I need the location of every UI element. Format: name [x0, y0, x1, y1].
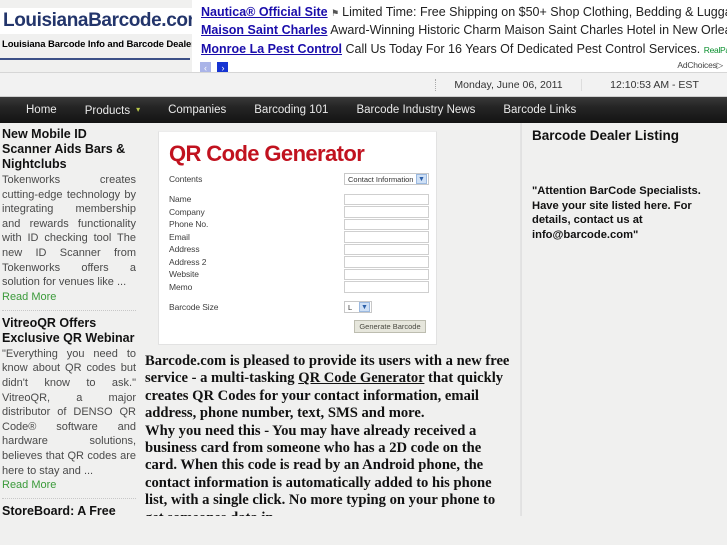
qr-field-label: Address 2 [169, 256, 207, 267]
adchoices-link[interactable]: AdChoices▷ [677, 60, 723, 71]
qr-size-value: L [348, 302, 353, 312]
site-header: LouisianaBarcode.com Louisiana Barcode I… [0, 0, 727, 74]
qr-size-select[interactable]: L ▼ [344, 301, 372, 313]
chevron-down-icon: ▼ [416, 174, 427, 184]
qr-field-row: Name [169, 193, 436, 206]
site-title: LouisianaBarcode.com [0, 8, 207, 34]
ad-description: Limited Time: Free Shipping on $50+ Shop… [342, 5, 727, 19]
qr-field-row: Company [169, 206, 436, 219]
main-article-copy: Barcode.com is pleased to provide its us… [145, 353, 511, 516]
qr-field-label: Company [169, 206, 205, 217]
ad-description: Award-Winning Historic Charm Maison Sain… [330, 23, 727, 37]
qr-size-label: Barcode Size [169, 302, 219, 312]
nav-item-barcode-industry-news[interactable]: Barcode Industry News [342, 97, 489, 123]
article-excerpt: Tokenworks creates cutting-edge technolo… [2, 174, 136, 289]
site-tagline: Louisiana Barcode Info and Barcode Deale… [2, 39, 200, 50]
main-content: QR Code Generator Contents Contact Infor… [141, 123, 513, 516]
qr-name-input[interactable] [344, 193, 429, 205]
main-navigation: Home Products ▾ Companies Barcoding 101 B… [0, 97, 727, 123]
right-sidebar: Barcode Dealer Listing "Attention BarCod… [521, 123, 727, 516]
nav-item-products[interactable]: Products ▾ [71, 97, 154, 124]
current-date: Monday, June 06, 2011 [435, 78, 581, 91]
main-paragraph-2: Why you need this - You may have already… [145, 422, 496, 516]
dealer-listing-note: "Attention BarCode Specialists. Have you… [532, 185, 701, 241]
qr-field-label: Memo [169, 281, 193, 292]
qr-company-input[interactable] [344, 206, 429, 218]
qr-field-row: Address 2 [169, 256, 436, 269]
ad-flag-icon: ⚑ [331, 8, 339, 18]
page-body: New Mobile ID Scanner Aids Bars & Nightc… [0, 123, 727, 516]
divider [2, 309, 136, 311]
news-article: StoreBoard: A Free Social Network for Bu… [2, 504, 136, 516]
nav-label: Companies [168, 104, 227, 116]
nav-label: Barcoding 101 [254, 104, 329, 116]
ad-link[interactable]: Nautica® Official Site [201, 5, 328, 19]
qr-generator-form: Contents Contact Information ▼ Name Comp… [159, 167, 436, 333]
qr-contents-value: Contact Information [348, 174, 414, 184]
qr-field-label: Address [169, 244, 200, 255]
article-title: New Mobile ID Scanner Aids Bars & Nightc… [2, 127, 126, 171]
qr-size-row: Barcode Size L ▼ [169, 299, 436, 315]
qr-field-row: Email [169, 231, 436, 244]
ad-url: RealPagesSites.c... [703, 45, 727, 55]
nav-label: Barcode Links [503, 104, 577, 116]
article-title: VitreoQR Offers Exclusive QR Webinar [2, 315, 135, 345]
qr-contents-select[interactable]: Contact Information ▼ [344, 173, 429, 185]
nav-item-barcoding-101[interactable]: Barcoding 101 [240, 97, 342, 123]
nav-item-companies[interactable]: Companies [154, 97, 240, 123]
qr-field-label: Phone No. [169, 219, 209, 230]
nav-item-barcode-links[interactable]: Barcode Links [489, 97, 590, 123]
brand-underline [0, 58, 190, 60]
news-article: New Mobile ID Scanner Aids Bars & Nightc… [2, 127, 136, 303]
qr-field-row: Memo [169, 281, 436, 294]
ad-item[interactable]: Nautica® Official Site ⚑ Limited Time: F… [192, 0, 727, 21]
read-more-link[interactable]: Read More [2, 291, 136, 303]
qr-field-row: Phone No. [169, 218, 436, 231]
article-title: StoreBoard: A Free Social Network for Bu… [2, 504, 116, 516]
generate-barcode-button[interactable]: Generate Barcode [354, 320, 426, 333]
left-sidebar: New Mobile ID Scanner Aids Bars & Nightc… [0, 123, 138, 516]
date-time-bar: Monday, June 06, 2011 12:10:53 AM - EST [0, 72, 727, 97]
news-article: VitreoQR Offers Exclusive QR Webinar "Ev… [2, 316, 136, 491]
qr-phone-input[interactable] [344, 218, 429, 230]
chevron-down-icon: ▼ [359, 302, 370, 312]
ad-link[interactable]: Maison Saint Charles [201, 23, 327, 37]
ad-description: Call Us Today For 16 Years Of Dedicated … [345, 42, 701, 56]
qr-field-row: Website [169, 268, 436, 281]
qr-field-label: Website [169, 269, 199, 280]
chevron-down-icon: ▾ [136, 104, 141, 114]
ad-item[interactable]: Monroe La Pest Control Call Us Today For… [192, 40, 727, 59]
site-brand[interactable]: LouisianaBarcode.com Louisiana Barcode I… [0, 8, 207, 50]
qr-memo-input[interactable] [344, 281, 429, 293]
nav-item-home[interactable]: Home [12, 97, 71, 123]
ad-block: Nautica® Official Site ⚑ Limited Time: F… [192, 0, 727, 74]
divider [2, 498, 136, 500]
ad-link[interactable]: Monroe La Pest Control [201, 42, 342, 56]
qr-website-input[interactable] [344, 268, 429, 280]
adchoices-icon: ▷ [716, 60, 724, 70]
qr-email-input[interactable] [344, 231, 429, 243]
qr-field-label: Name [169, 194, 192, 205]
qr-code-generator-widget: QR Code Generator Contents Contact Infor… [158, 131, 437, 345]
ad-item[interactable]: Maison Saint Charles Award-Winning Histo… [192, 21, 727, 40]
qr-address-input[interactable] [344, 243, 429, 255]
qr-field-row: Address [169, 243, 436, 256]
qr-address2-input[interactable] [344, 256, 429, 268]
qr-contents-label: Contents [169, 174, 203, 184]
qr-code-generator-inline-link[interactable]: QR Code Generator [298, 370, 424, 386]
barcode-dealer-listing-title: Barcode Dealer Listing [532, 128, 680, 143]
qr-generator-heading: QR Code Generator [169, 141, 365, 166]
qr-field-label: Email [169, 231, 190, 242]
page-root: LouisianaBarcode.com Louisiana Barcode I… [0, 0, 727, 545]
nav-label: Products [84, 104, 131, 117]
article-excerpt: "Everything you need to know about QR co… [2, 347, 136, 477]
current-time: 12:10:53 AM - EST [581, 78, 727, 91]
main-paragraph-1: Barcode.com is pleased to provide its us… [145, 353, 511, 423]
read-more-link[interactable]: Read More [2, 479, 136, 491]
adchoices-label: AdChoices [677, 60, 717, 70]
qr-contents-row: Contents Contact Information ▼ [169, 171, 436, 187]
nav-label: Home [26, 104, 57, 116]
nav-label: Barcode Industry News [356, 104, 476, 116]
